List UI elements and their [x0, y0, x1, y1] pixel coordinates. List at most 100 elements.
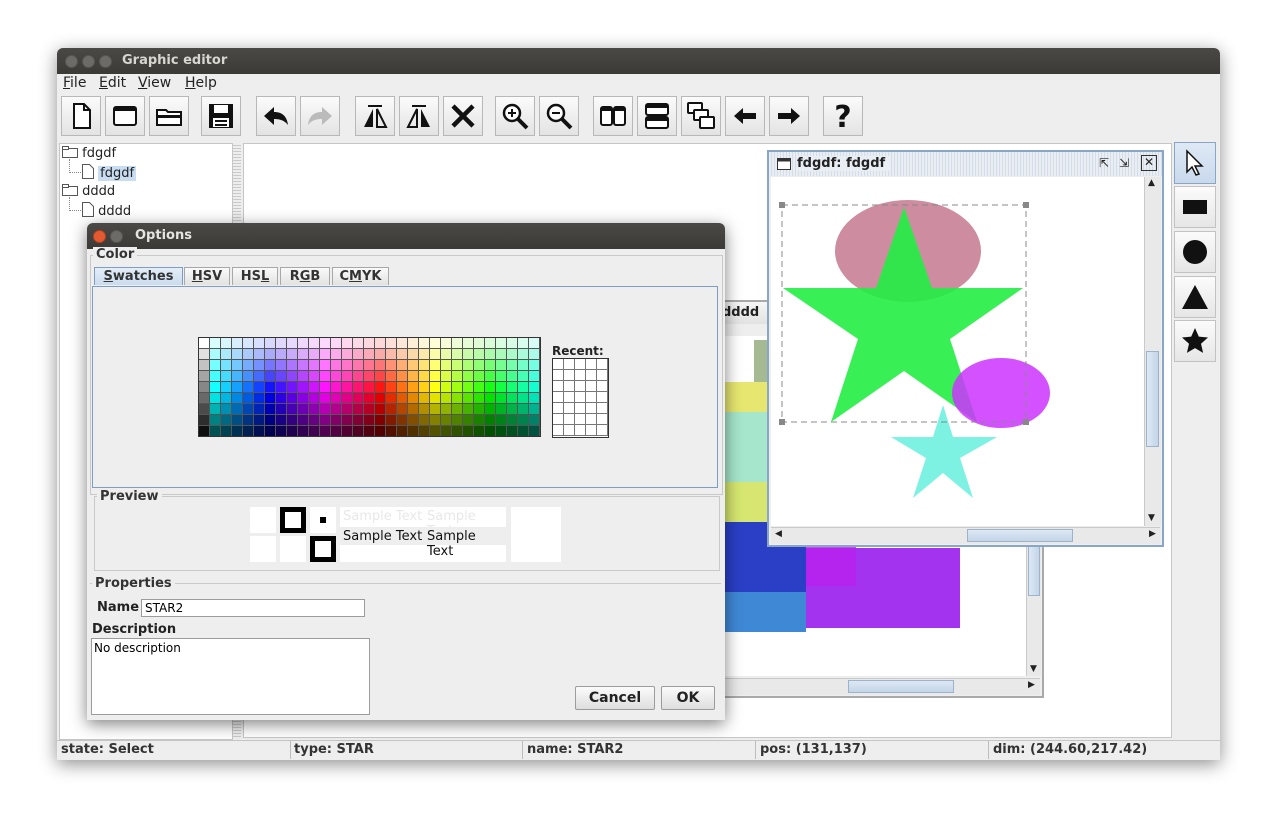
color-swatch[interactable]	[243, 360, 254, 371]
tree-doc-dddd[interactable]: dddd	[82, 202, 131, 220]
canvas-fdgdf[interactable]	[771, 177, 1144, 526]
color-swatch[interactable]	[441, 382, 452, 393]
color-swatch[interactable]	[386, 415, 397, 426]
color-swatch[interactable]	[210, 371, 221, 382]
color-swatch[interactable]	[452, 338, 463, 349]
color-swatch[interactable]	[441, 404, 452, 415]
color-swatch[interactable]	[452, 360, 463, 371]
menu-help[interactable]: Help	[185, 72, 217, 94]
color-swatch[interactable]	[430, 426, 441, 436]
rectangle-tool[interactable]	[1174, 186, 1216, 228]
color-swatch[interactable]	[265, 426, 276, 436]
color-swatch[interactable]	[254, 338, 265, 349]
color-swatch[interactable]	[287, 393, 298, 404]
color-swatch[interactable]	[474, 393, 485, 404]
color-swatch[interactable]	[375, 404, 386, 415]
scroll-left-arrow[interactable]: ◀	[775, 529, 782, 539]
color-swatch[interactable]	[485, 349, 496, 360]
color-swatch[interactable]	[265, 404, 276, 415]
color-swatch[interactable]	[463, 426, 474, 436]
color-swatch[interactable]	[452, 382, 463, 393]
open-button[interactable]	[149, 96, 189, 136]
zoom-out-button[interactable]	[539, 96, 579, 136]
color-swatch[interactable]	[331, 382, 342, 393]
recent-swatch[interactable]	[553, 359, 564, 370]
color-swatch[interactable]	[419, 404, 430, 415]
color-swatch[interactable]	[485, 360, 496, 371]
color-swatch[interactable]	[441, 371, 452, 382]
color-swatch[interactable]	[309, 415, 320, 426]
color-swatch[interactable]	[309, 338, 320, 349]
color-swatch[interactable]	[320, 360, 331, 371]
shape-rectangle[interactable]	[806, 546, 856, 586]
color-swatch[interactable]	[265, 382, 276, 393]
color-swatch[interactable]	[430, 360, 441, 371]
color-swatch[interactable]	[496, 360, 507, 371]
color-swatch[interactable]	[254, 371, 265, 382]
scroll-down-arrow[interactable]: ▼	[1030, 664, 1037, 674]
color-swatch[interactable]	[485, 382, 496, 393]
frame-title-bar[interactable]: fdgdf: fdgdf ⇱ ⇲ ✕	[769, 152, 1162, 176]
recent-swatch[interactable]	[597, 392, 608, 403]
color-swatch[interactable]	[232, 349, 243, 360]
color-swatch[interactable]	[408, 415, 419, 426]
recent-swatch[interactable]	[575, 370, 586, 381]
color-swatch[interactable]	[243, 338, 254, 349]
recent-swatch[interactable]	[575, 359, 586, 370]
color-swatch[interactable]	[276, 382, 287, 393]
vertical-scrollbar[interactable]: ▲ ▼	[1144, 177, 1161, 526]
color-swatch[interactable]	[243, 382, 254, 393]
color-swatch[interactable]	[474, 382, 485, 393]
color-swatch[interactable]	[397, 415, 408, 426]
color-swatch[interactable]	[254, 415, 265, 426]
color-swatch[interactable]	[375, 371, 386, 382]
description-field[interactable]: No description	[91, 638, 370, 715]
color-swatch[interactable]	[298, 371, 309, 382]
color-swatch[interactable]	[375, 426, 386, 436]
color-swatch[interactable]	[320, 404, 331, 415]
color-swatch[interactable]	[430, 415, 441, 426]
recent-swatch[interactable]	[575, 403, 586, 414]
color-swatch[interactable]	[199, 338, 210, 349]
color-swatch[interactable]	[265, 349, 276, 360]
color-swatch[interactable]	[287, 415, 298, 426]
color-swatch[interactable]	[364, 415, 375, 426]
color-swatch[interactable]	[232, 382, 243, 393]
color-swatch[interactable]	[496, 349, 507, 360]
color-swatch[interactable]	[474, 338, 485, 349]
color-swatch[interactable]	[287, 338, 298, 349]
color-swatch[interactable]	[221, 360, 232, 371]
undo-button[interactable]	[256, 96, 296, 136]
color-swatch[interactable]	[353, 426, 364, 436]
color-swatch[interactable]	[331, 426, 342, 436]
color-swatch[interactable]	[452, 426, 463, 436]
color-swatch[interactable]	[397, 393, 408, 404]
color-swatch[interactable]	[518, 349, 529, 360]
color-swatch[interactable]	[518, 393, 529, 404]
recent-swatch[interactable]	[586, 392, 597, 403]
scroll-down-arrow[interactable]: ▼	[1148, 513, 1155, 523]
color-swatch[interactable]	[529, 393, 540, 404]
color-swatch[interactable]	[353, 415, 364, 426]
recent-swatch[interactable]	[586, 403, 597, 414]
color-swatch[interactable]	[507, 338, 518, 349]
color-swatch[interactable]	[474, 349, 485, 360]
color-swatch[interactable]	[298, 349, 309, 360]
color-swatch[interactable]	[342, 382, 353, 393]
shape-rectangle[interactable]	[724, 482, 768, 522]
tab-rgb[interactable]: RGB	[280, 267, 330, 285]
color-swatch[interactable]	[419, 360, 430, 371]
color-swatch[interactable]	[397, 382, 408, 393]
color-swatch[interactable]	[353, 393, 364, 404]
color-swatch[interactable]	[309, 349, 320, 360]
color-swatch[interactable]	[221, 371, 232, 382]
color-swatch[interactable]	[331, 371, 342, 382]
color-swatch[interactable]	[386, 360, 397, 371]
recent-swatch[interactable]	[553, 425, 564, 436]
color-swatch[interactable]	[298, 338, 309, 349]
color-swatch[interactable]	[397, 338, 408, 349]
color-swatch[interactable]	[232, 360, 243, 371]
scroll-thumb[interactable]	[1028, 546, 1040, 596]
color-swatch[interactable]	[210, 393, 221, 404]
color-swatch[interactable]	[265, 338, 276, 349]
